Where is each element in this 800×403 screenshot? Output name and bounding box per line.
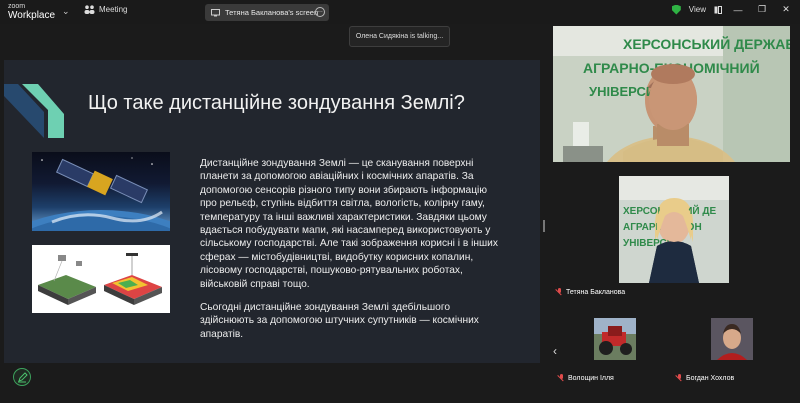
chevron-down-icon[interactable]: ⌄ <box>62 6 70 17</box>
mic-muted-icon <box>556 288 563 296</box>
remote-sensing-diagram-image <box>32 245 170 313</box>
participant-name-tag: Тетяна Бакланова <box>556 288 625 296</box>
more-options-icon[interactable]: … <box>315 7 325 17</box>
annotate-button[interactable] <box>13 368 31 386</box>
view-button[interactable]: View <box>689 5 706 14</box>
meeting-icon <box>84 5 95 14</box>
shared-screen-label: Тетяна Бакланова's screen <box>225 8 319 17</box>
slide-paragraph-1: Дистанційне зондування Землі — це сканув… <box>200 158 498 290</box>
logo-bottom-text: Workplace <box>8 10 56 21</box>
app-logo: zoom Workplace <box>8 2 56 21</box>
slide-title: Що таке дистанційне зондування Землі? <box>88 92 465 114</box>
participant-name-tag: Богдан Хохлов <box>676 374 734 382</box>
participant-name: Богдан Хохлов <box>686 374 735 382</box>
shared-slide: Що таке дистанційне зондування Землі? Ди… <box>4 60 540 363</box>
slide-accent-shape <box>4 84 64 138</box>
talking-indicator: Олена Сидякіна is talking... <box>349 26 450 47</box>
minimize-icon[interactable]: — <box>730 5 746 15</box>
participant-thumbnail-2[interactable] <box>711 318 753 360</box>
participant-name: Тетяна Бакланова <box>566 288 626 296</box>
encryption-shield-icon[interactable] <box>671 4 681 15</box>
participant-name: Волощин Ілля <box>568 374 614 382</box>
window-controls: View — ❐ ✕ <box>671 4 794 15</box>
meeting-button[interactable]: Meeting <box>84 5 127 14</box>
mic-muted-icon <box>558 374 565 382</box>
slide-paragraph-2: Сьогодні дистанційне зондування Землі зд… <box>200 302 479 340</box>
active-speaker-video[interactable]: ХЕРСОНСЬКИЙ ДЕРЖАВНИЙ АГРАРНО-ЕКОНОМІЧНИ… <box>553 26 790 162</box>
close-icon[interactable]: ✕ <box>778 4 794 15</box>
top-bar: zoom Workplace ⌄ Meeting Тетяна Бакланов… <box>0 0 800 24</box>
talking-text: Олена Сидякіна is talking... <box>355 33 444 40</box>
chevron-left-icon[interactable]: ‹ <box>553 344 557 358</box>
screen-share-icon <box>211 8 220 16</box>
participant-thumbnail-1[interactable] <box>594 318 636 360</box>
satellite-image <box>32 152 170 231</box>
panel-resize-handle[interactable] <box>543 220 545 232</box>
shared-screen-pill[interactable]: Тетяна Бакланова's screen … <box>205 4 329 21</box>
participant-name-tag: Волощин Ілля <box>558 374 614 382</box>
meeting-label: Meeting <box>99 5 128 14</box>
pen-icon <box>18 372 28 383</box>
zoom-window: zoom Workplace ⌄ Meeting Тетяна Бакланов… <box>0 0 800 403</box>
participant-video-tetiana[interactable]: ХЕРСОНСЬКИЙ ДЕ АГРАРНО-ЕКОН УНІВЕРСИ <box>619 176 729 283</box>
mic-muted-icon <box>676 374 683 382</box>
view-grid-icon[interactable] <box>714 5 722 14</box>
restore-icon[interactable]: ❐ <box>754 4 770 15</box>
wall-sign-line-1: ХЕРСОНСЬКИЙ ДЕРЖАВНИЙ <box>623 36 790 52</box>
